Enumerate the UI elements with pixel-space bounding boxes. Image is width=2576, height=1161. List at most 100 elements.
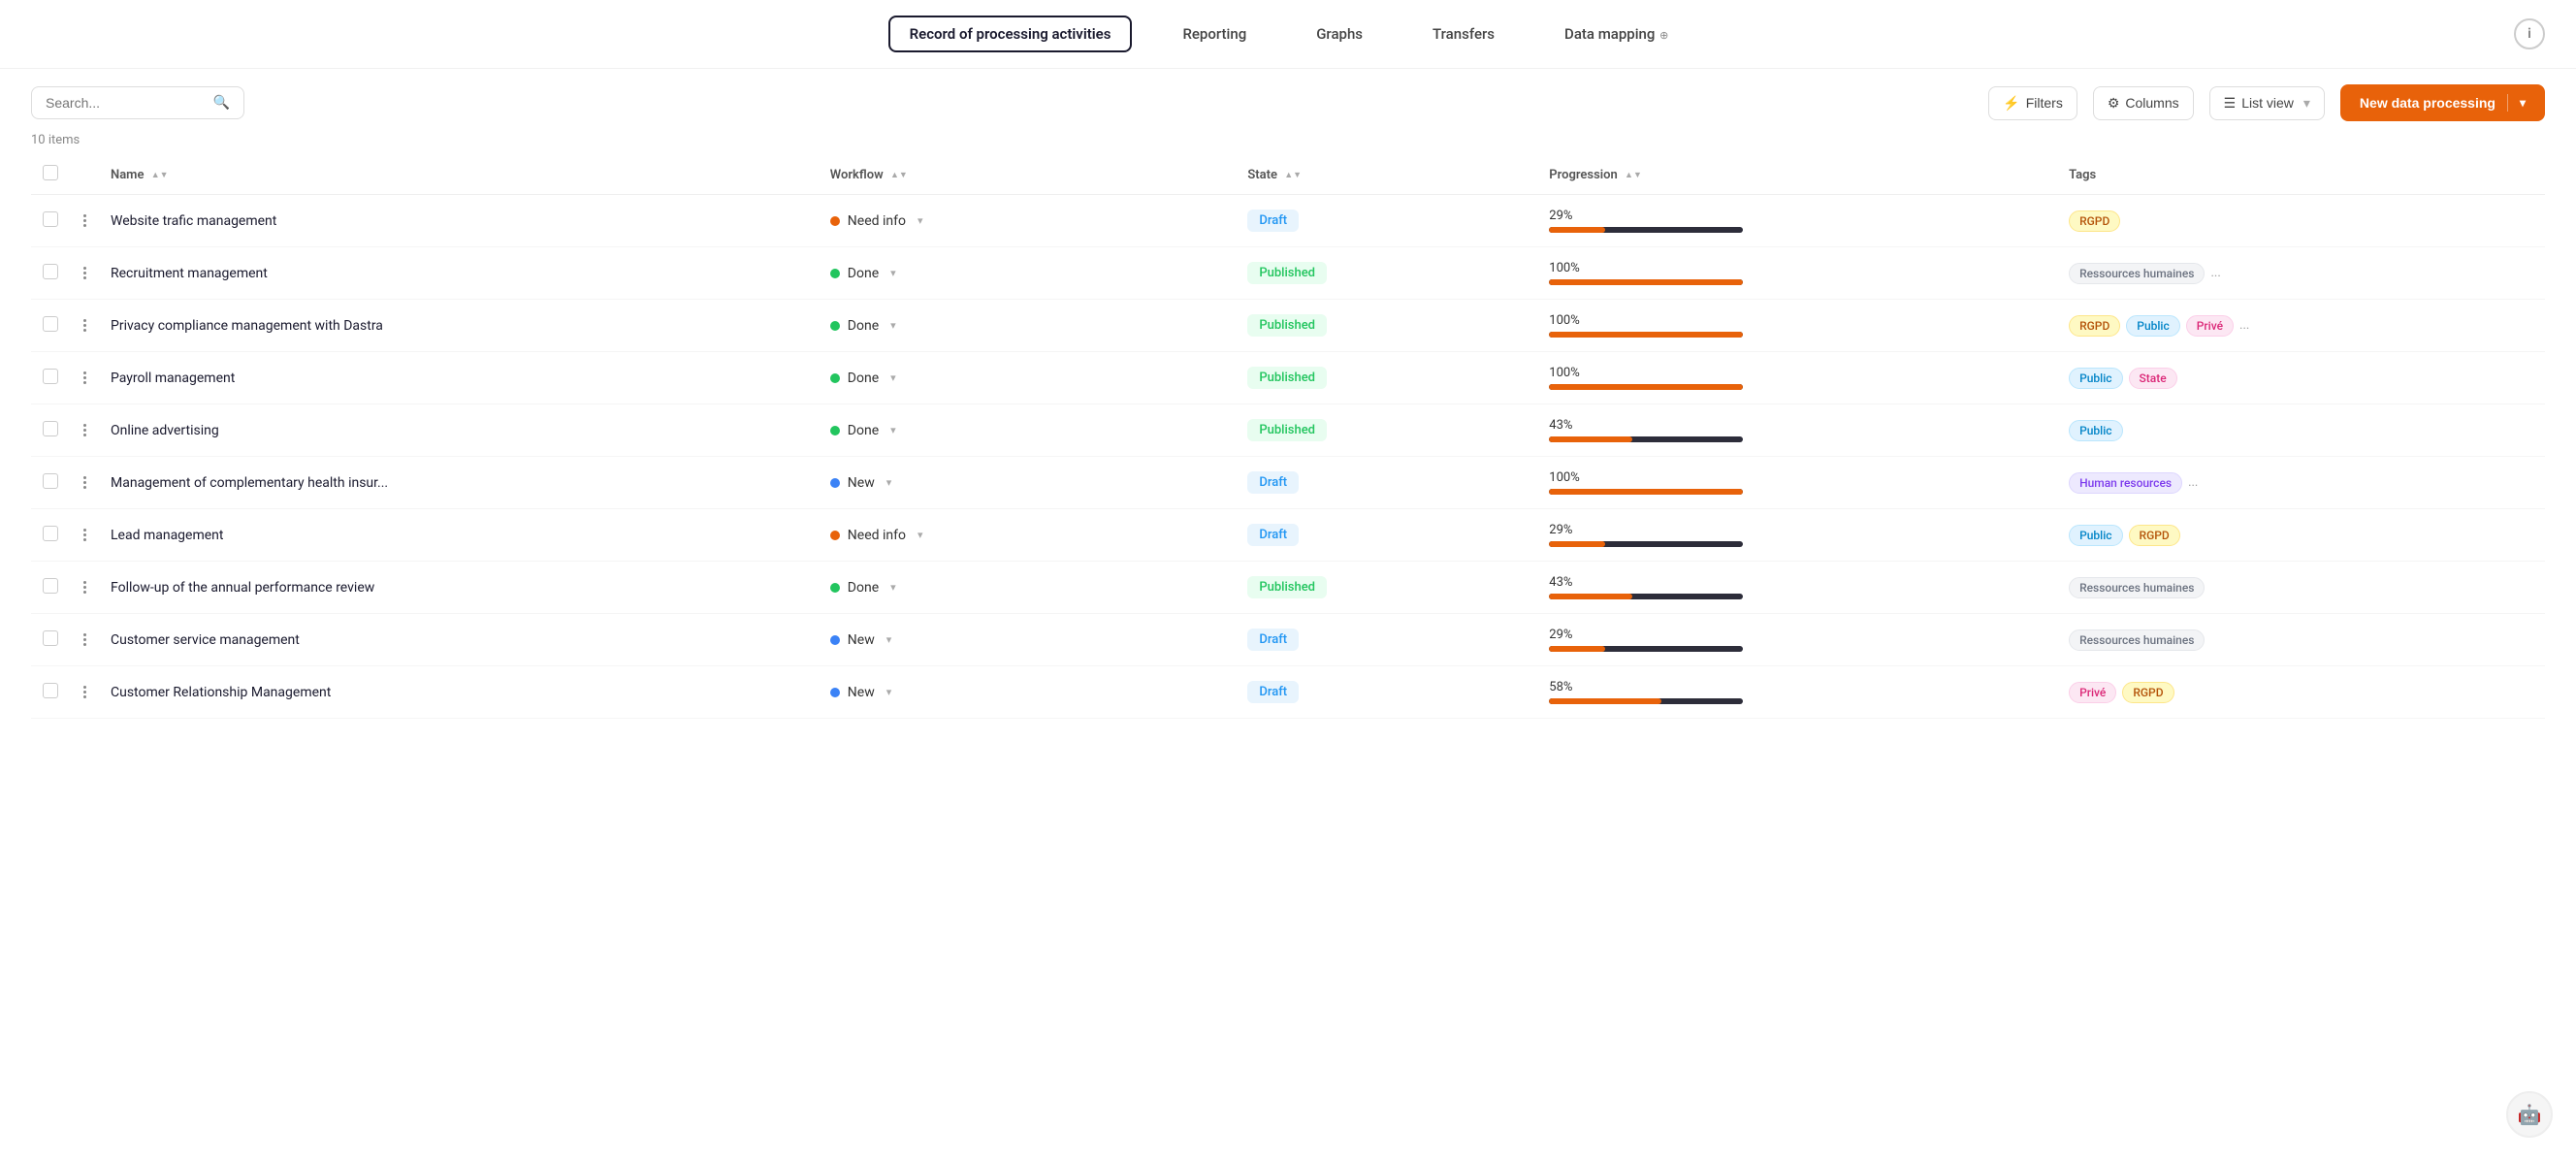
prog-pct-1: 29% <box>1549 209 2045 223</box>
workflow-dot-5 <box>830 426 840 435</box>
tag-prive-3[interactable]: Privé <box>2186 315 2234 337</box>
workflow-cell-6: New ▾ <box>830 475 1225 491</box>
row-menu-2[interactable] <box>81 267 87 279</box>
row-menu-8[interactable] <box>81 581 87 594</box>
row-name-10[interactable]: Customer Relationship Management <box>111 685 331 700</box>
row-checkbox-6[interactable] <box>43 473 58 489</box>
row-checkbox-3[interactable] <box>43 316 58 332</box>
tag-rgpd-3[interactable]: RGPD <box>2069 315 2120 337</box>
tag-hr-6[interactable]: Human resources <box>2069 472 2182 494</box>
row-menu-3[interactable] <box>81 319 87 332</box>
table-row: Customer service management New ▾ Draft … <box>31 614 2545 666</box>
workflow-chevron-icon-1[interactable]: ▾ <box>918 214 923 227</box>
row-name-8[interactable]: Follow-up of the annual performance revi… <box>111 580 374 596</box>
workflow-sort-icon: ▲▼ <box>890 170 908 180</box>
row-checkbox-9[interactable] <box>43 630 58 646</box>
filters-button[interactable]: ⚡ Filters <box>1988 86 2077 120</box>
list-view-button[interactable]: ☰ List view ▾ <box>2209 86 2325 120</box>
row-checkbox-10[interactable] <box>43 683 58 698</box>
search-input[interactable] <box>46 95 206 111</box>
row-name-1[interactable]: Website trafic management <box>111 213 276 229</box>
tag-public-3[interactable]: Public <box>2126 315 2179 337</box>
search-box[interactable]: 🔍 <box>31 86 244 119</box>
tags-cell-2: Ressources humaines... <box>2069 263 2533 284</box>
workflow-chevron-icon-9[interactable]: ▾ <box>886 633 892 646</box>
row-menu-6[interactable] <box>81 476 87 489</box>
row-menu-7[interactable] <box>81 529 87 541</box>
select-all-checkbox[interactable] <box>43 165 58 180</box>
row-checkbox-7[interactable] <box>43 526 58 541</box>
tag-rgpd-7[interactable]: RGPD <box>2129 525 2180 546</box>
nav-item-data-mapping[interactable]: Data mapping ⊕ <box>1545 17 1688 50</box>
workflow-column-header[interactable]: Workflow ▲▼ <box>819 155 1237 195</box>
tag-rh-2[interactable]: Ressources humaines <box>2069 263 2205 284</box>
nav-item-reporting[interactable]: Reporting <box>1163 17 1266 50</box>
workflow-dot-8 <box>830 583 840 593</box>
prog-pct-2: 100% <box>1549 261 2045 275</box>
nav-item-transfers[interactable]: Transfers <box>1413 17 1514 50</box>
tag-public-7[interactable]: Public <box>2069 525 2122 546</box>
workflow-chevron-icon-5[interactable]: ▾ <box>890 424 896 436</box>
state-badge-9: Draft <box>1247 629 1299 651</box>
row-checkbox-1[interactable] <box>43 211 58 227</box>
workflow-chevron-icon-8[interactable]: ▾ <box>890 581 896 594</box>
row-checkbox-2[interactable] <box>43 264 58 279</box>
row-checkbox-5[interactable] <box>43 421 58 436</box>
progression-column-header[interactable]: Progression ▲▼ <box>1537 155 2057 195</box>
prog-pct-10: 58% <box>1549 680 2045 694</box>
list-view-label: List view <box>2241 95 2294 111</box>
row-menu-4[interactable] <box>81 371 87 384</box>
new-data-processing-button[interactable]: New data processing ▾ <box>2340 84 2545 121</box>
row-menu-9[interactable] <box>81 633 87 646</box>
prog-pct-6: 100% <box>1549 470 2045 485</box>
workflow-chevron-icon-6[interactable]: ▾ <box>886 476 892 489</box>
workflow-chevron-icon-3[interactable]: ▾ <box>890 319 896 332</box>
info-button[interactable]: i <box>2514 18 2545 49</box>
tag-rh-8[interactable]: Ressources humaines <box>2069 577 2205 598</box>
table-row: Follow-up of the annual performance revi… <box>31 562 2545 614</box>
workflow-dot-6 <box>830 478 840 488</box>
workflow-chevron-icon-4[interactable]: ▾ <box>890 371 896 384</box>
list-icon: ☰ <box>2224 95 2237 112</box>
tag-state-4[interactable]: State <box>2129 368 2177 389</box>
workflow-chevron-icon-10[interactable]: ▾ <box>886 686 892 698</box>
prog-pct-4: 100% <box>1549 366 2045 380</box>
tags-cell-10: Privé RGPD <box>2069 682 2533 703</box>
row-name-2[interactable]: Recruitment management <box>111 266 268 281</box>
nav-item-graphs[interactable]: Graphs <box>1297 17 1382 50</box>
row-menu-1[interactable] <box>81 214 87 227</box>
row-menu-5[interactable] <box>81 424 87 436</box>
columns-button[interactable]: ⚙ Columns <box>2093 86 2194 120</box>
row-name-7[interactable]: Lead management <box>111 528 223 543</box>
workflow-chevron-icon-2[interactable]: ▾ <box>890 267 896 279</box>
row-checkbox-4[interactable] <box>43 369 58 384</box>
tag-prive-10[interactable]: Privé <box>2069 682 2116 703</box>
prog-bar-bg-5 <box>1549 436 1743 442</box>
chat-widget[interactable]: 🤖 <box>2506 1091 2553 1138</box>
nav-item-record[interactable]: Record of processing activities <box>888 16 1133 52</box>
name-column-header[interactable]: Name ▲▼ <box>99 155 819 195</box>
row-name-9[interactable]: Customer service management <box>111 632 300 648</box>
prog-pct-9: 29% <box>1549 628 2045 642</box>
workflow-label-7: Need info <box>848 528 906 543</box>
prog-pct-7: 29% <box>1549 523 2045 537</box>
row-menu-10[interactable] <box>81 686 87 698</box>
row-name-5[interactable]: Online advertising <box>111 423 219 438</box>
button-separator <box>2507 94 2508 112</box>
table-row: Management of complementary health insur… <box>31 457 2545 509</box>
tag-public-5[interactable]: Public <box>2069 420 2122 441</box>
tag-rh-9[interactable]: Ressources humaines <box>2069 629 2205 651</box>
workflow-chevron-icon-7[interactable]: ▾ <box>918 529 923 541</box>
state-column-header[interactable]: State ▲▼ <box>1236 155 1537 195</box>
progression-cell-8: 43% <box>1549 575 2045 599</box>
tag-rgpd-1[interactable]: RGPD <box>2069 210 2120 232</box>
tag-rgpd-10[interactable]: RGPD <box>2122 682 2174 703</box>
progression-cell-3: 100% <box>1549 313 2045 338</box>
row-name-4[interactable]: Payroll management <box>111 371 235 386</box>
tag-public-4[interactable]: Public <box>2069 368 2122 389</box>
row-name-6[interactable]: Management of complementary health insur… <box>111 475 388 491</box>
row-checkbox-8[interactable] <box>43 578 58 594</box>
row-name-3[interactable]: Privacy compliance management with Dastr… <box>111 318 383 334</box>
state-badge-5: Published <box>1247 419 1327 441</box>
progression-cell-6: 100% <box>1549 470 2045 495</box>
